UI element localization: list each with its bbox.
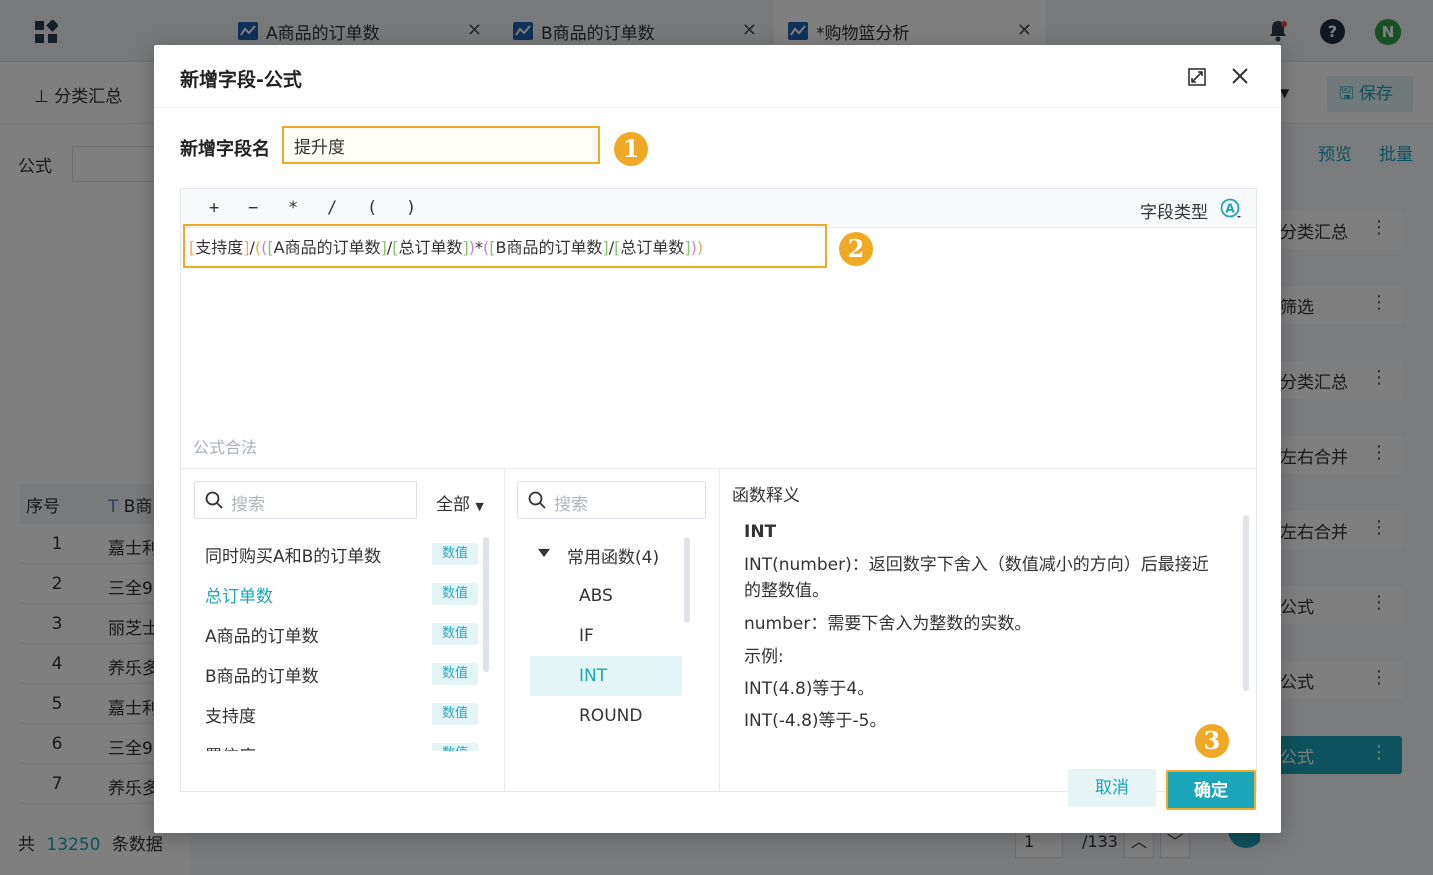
caret-down-icon: ▼: [475, 500, 484, 513]
field-item[interactable]: B商品的订单数: [205, 662, 319, 687]
function-item[interactable]: ROUND: [579, 706, 642, 726]
operator-minus[interactable]: −: [248, 198, 258, 218]
function-param: number：需要下舍入为整数的实数。: [744, 614, 1032, 634]
maximize-icon[interactable]: [1188, 68, 1206, 90]
operator-bar: + − * / ( ) 字段类型 A: [181, 189, 1256, 228]
annotation-badge-1: 1: [614, 132, 648, 166]
operator-open-paren[interactable]: (: [367, 198, 377, 218]
function-example: INT(-4.8)等于-5。: [744, 711, 887, 731]
field-type-icon[interactable]: A: [1220, 198, 1242, 220]
type-tag: 数值: [432, 543, 478, 565]
field-item[interactable]: 总订单数: [205, 582, 273, 607]
svg-text:A: A: [1225, 202, 1235, 216]
divider: [154, 107, 1281, 108]
type-tag: 数值: [432, 743, 478, 751]
formula-editor: + − * / ( ) 字段类型 A [支持度]/(([A商品的订单数]/[总订…: [180, 188, 1257, 792]
function-list-scrollbar[interactable]: [684, 537, 690, 623]
cancel-button[interactable]: 取消: [1068, 769, 1156, 807]
operator-divide[interactable]: /: [327, 198, 337, 218]
type-tag: 数值: [432, 703, 478, 725]
dialog-title: 新增字段-公式: [180, 69, 302, 91]
annotation-badge-2: 2: [839, 232, 873, 266]
search-icon: [528, 491, 546, 509]
operator-plus[interactable]: +: [209, 198, 219, 218]
type-tag: 数值: [432, 663, 478, 685]
doc-scrollbar[interactable]: [1243, 515, 1249, 691]
close-icon[interactable]: [1230, 66, 1250, 90]
formula-status: 公式合法: [193, 438, 258, 457]
field-list-scrollbar[interactable]: [483, 537, 489, 672]
divider: [719, 469, 720, 791]
function-name: INT: [744, 522, 777, 542]
function-description: INT(number)：返回数字下舍入（数值减小的方向）后最接近的整数值。: [744, 555, 1209, 601]
operator-close-paren[interactable]: ): [406, 198, 416, 218]
search-icon: [205, 491, 223, 509]
function-search-input[interactable]: 搜索: [517, 481, 706, 519]
field-name-label: 新增字段名: [180, 139, 270, 160]
field-search-input[interactable]: 搜索: [194, 481, 417, 519]
field-list-clip: 置信度 数值: [181, 737, 503, 751]
function-item-selected[interactable]: INT: [579, 666, 607, 686]
field-type-label: 字段类型: [1140, 203, 1208, 223]
field-item[interactable]: 支持度: [205, 702, 256, 727]
field-item[interactable]: 同时购买A和B的订单数: [205, 542, 381, 567]
field-type-filter[interactable]: 全部 ▼: [436, 490, 484, 515]
expand-caret-icon[interactable]: [538, 549, 550, 557]
function-item[interactable]: IF: [579, 626, 594, 646]
function-doc-title: 函数释义: [732, 486, 800, 506]
field-name-input[interactable]: [282, 126, 600, 164]
formula-input[interactable]: [支持度]/(([A商品的订单数]/[总订单数])*([B商品的订单数]/[总订…: [183, 224, 827, 268]
add-formula-field-dialog: 新增字段-公式 新增字段名 1 + − * / ( ) 字段类型 A [支持度]…: [154, 45, 1281, 833]
type-tag: 数值: [432, 623, 478, 645]
function-item[interactable]: ABS: [579, 586, 613, 606]
function-group[interactable]: 常用函数(4): [567, 543, 659, 568]
type-tag: 数值: [432, 583, 478, 605]
function-example: INT(4.8)等于4。: [744, 679, 875, 699]
function-example-label: 示例:: [744, 647, 784, 667]
operator-multiply[interactable]: *: [288, 198, 298, 218]
annotation-badge-3: 3: [1195, 724, 1229, 758]
field-item[interactable]: A商品的订单数: [205, 622, 319, 647]
confirm-button[interactable]: 确定: [1166, 770, 1256, 810]
field-item[interactable]: 置信度: [205, 742, 256, 751]
divider: [504, 469, 505, 791]
